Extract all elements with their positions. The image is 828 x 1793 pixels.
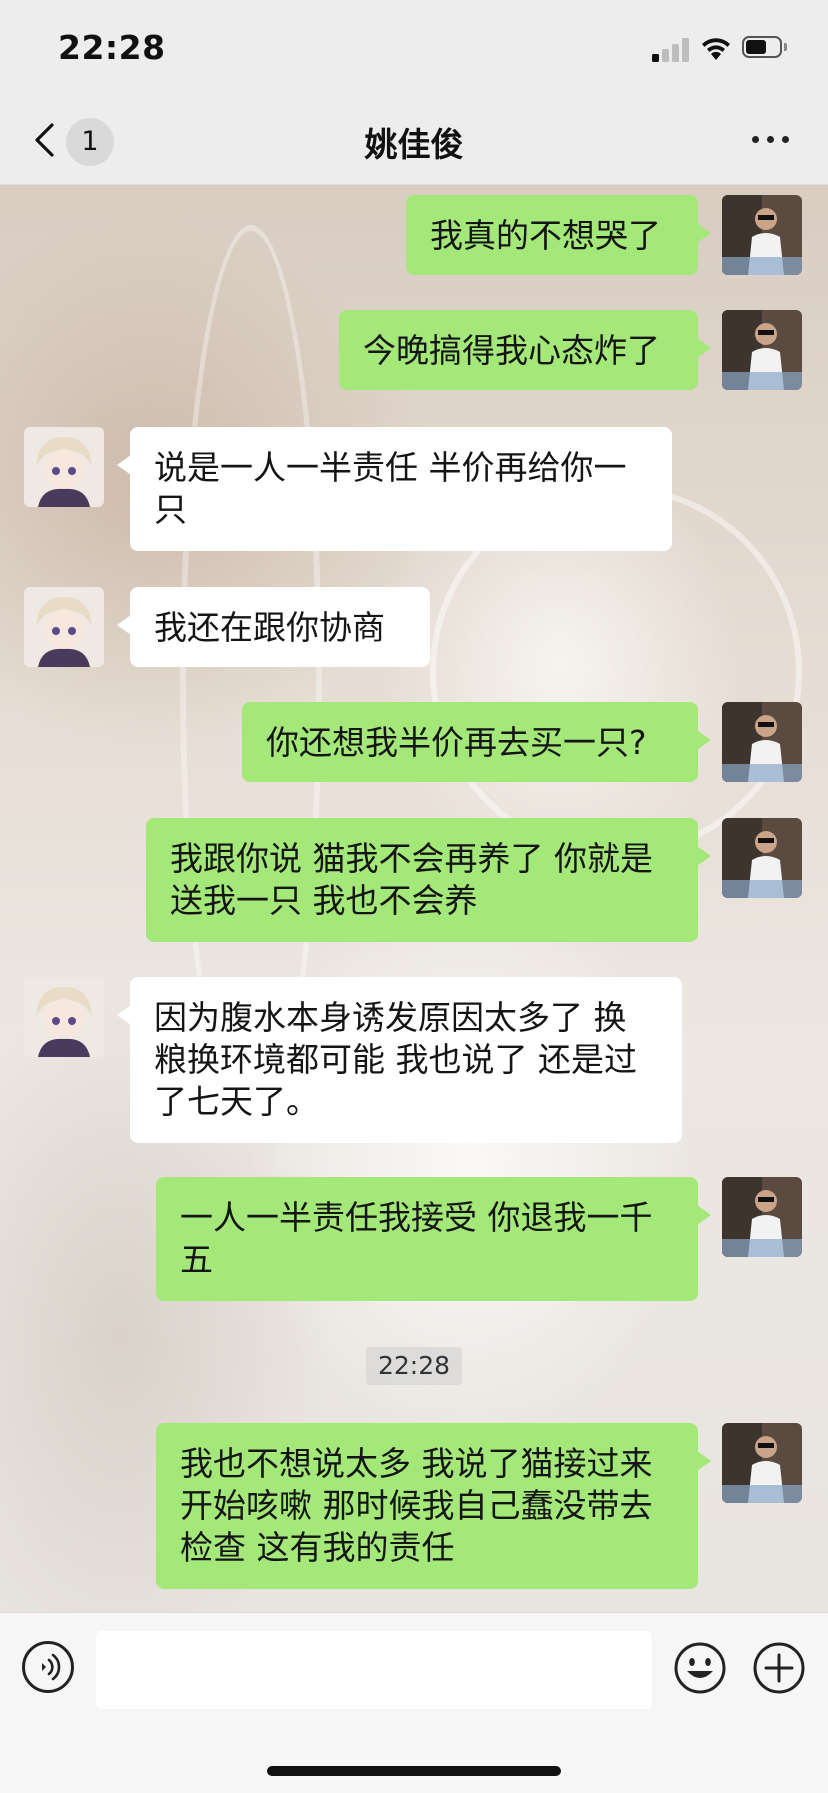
voice-icon [42, 1653, 61, 1681]
emoji-icon [674, 1642, 726, 1694]
home-indicator[interactable] [267, 1766, 561, 1776]
message-text-input[interactable] [96, 1631, 652, 1709]
sent-message-bubble[interactable]: 一人一半责任我接受 你退我一千五 [156, 1177, 711, 1301]
self-avatar[interactable] [722, 1423, 802, 1503]
self-avatar-image [722, 702, 802, 782]
self-avatar[interactable] [722, 702, 802, 782]
contact-avatar-image [24, 427, 104, 507]
contact-avatar[interactable] [24, 977, 104, 1057]
battery-icon [742, 36, 788, 60]
chat-title: 姚佳俊 [364, 125, 464, 164]
sent-message-bubble[interactable]: 今晚搞得我心态炸了 [339, 310, 711, 390]
chat-header: 1 姚佳俊 [0, 96, 828, 185]
received-message-bubble[interactable]: 说是一人一半责任 半价再给你一只 [117, 427, 672, 551]
contact-avatar[interactable] [24, 427, 104, 507]
more-options-button[interactable] [752, 132, 792, 146]
chat-message-list[interactable]: 我真的不想哭了 今晚搞得我心态炸了 说是一人一半责任 半价再给你一只 我还在跟你… [0, 185, 828, 1612]
voice-input-button[interactable] [22, 1641, 74, 1693]
self-avatar-image [722, 818, 802, 898]
more-actions-button[interactable] [752, 1641, 806, 1695]
self-avatar-image [722, 195, 802, 275]
wifi-icon [702, 38, 730, 60]
self-avatar-image [722, 1177, 802, 1257]
sent-message-bubble[interactable]: 我真的不想哭了 [406, 195, 711, 275]
contact-avatar-image [24, 977, 104, 1057]
sent-message-bubble[interactable]: 我也不想说太多 我说了猫接过来开始咳嗽 那时候我自己蠢没带去检查 这有我的责任 [156, 1423, 711, 1589]
cellular-signal-icon [652, 38, 690, 62]
self-avatar[interactable] [722, 195, 802, 275]
sent-message-bubble[interactable]: 我跟你说 猫我不会再养了 你就是送我一只 我也不会养 [146, 818, 711, 942]
received-message-bubble[interactable]: 我还在跟你协商 [117, 587, 430, 667]
plus-icon [753, 1642, 805, 1694]
received-message-bubble[interactable]: 因为腹水本身诱发原因太多了 换粮换环境都可能 我也说了 还是过了七天了。 [117, 977, 682, 1143]
self-avatar[interactable] [722, 310, 802, 390]
self-avatar[interactable] [722, 818, 802, 898]
status-time: 22:28 [58, 28, 166, 67]
contact-avatar-image [24, 587, 104, 667]
status-bar: 22:28 [0, 0, 828, 96]
self-avatar-image [722, 1423, 802, 1503]
ellipsis-icon [752, 136, 759, 143]
message-timestamp: 22:28 [366, 1347, 462, 1385]
contact-avatar[interactable] [24, 587, 104, 667]
sent-message-bubble[interactable]: 你还想我半价再去买一只? [242, 702, 711, 782]
self-avatar-image [722, 310, 802, 390]
self-avatar[interactable] [722, 1177, 802, 1257]
emoji-button[interactable] [673, 1641, 727, 1695]
